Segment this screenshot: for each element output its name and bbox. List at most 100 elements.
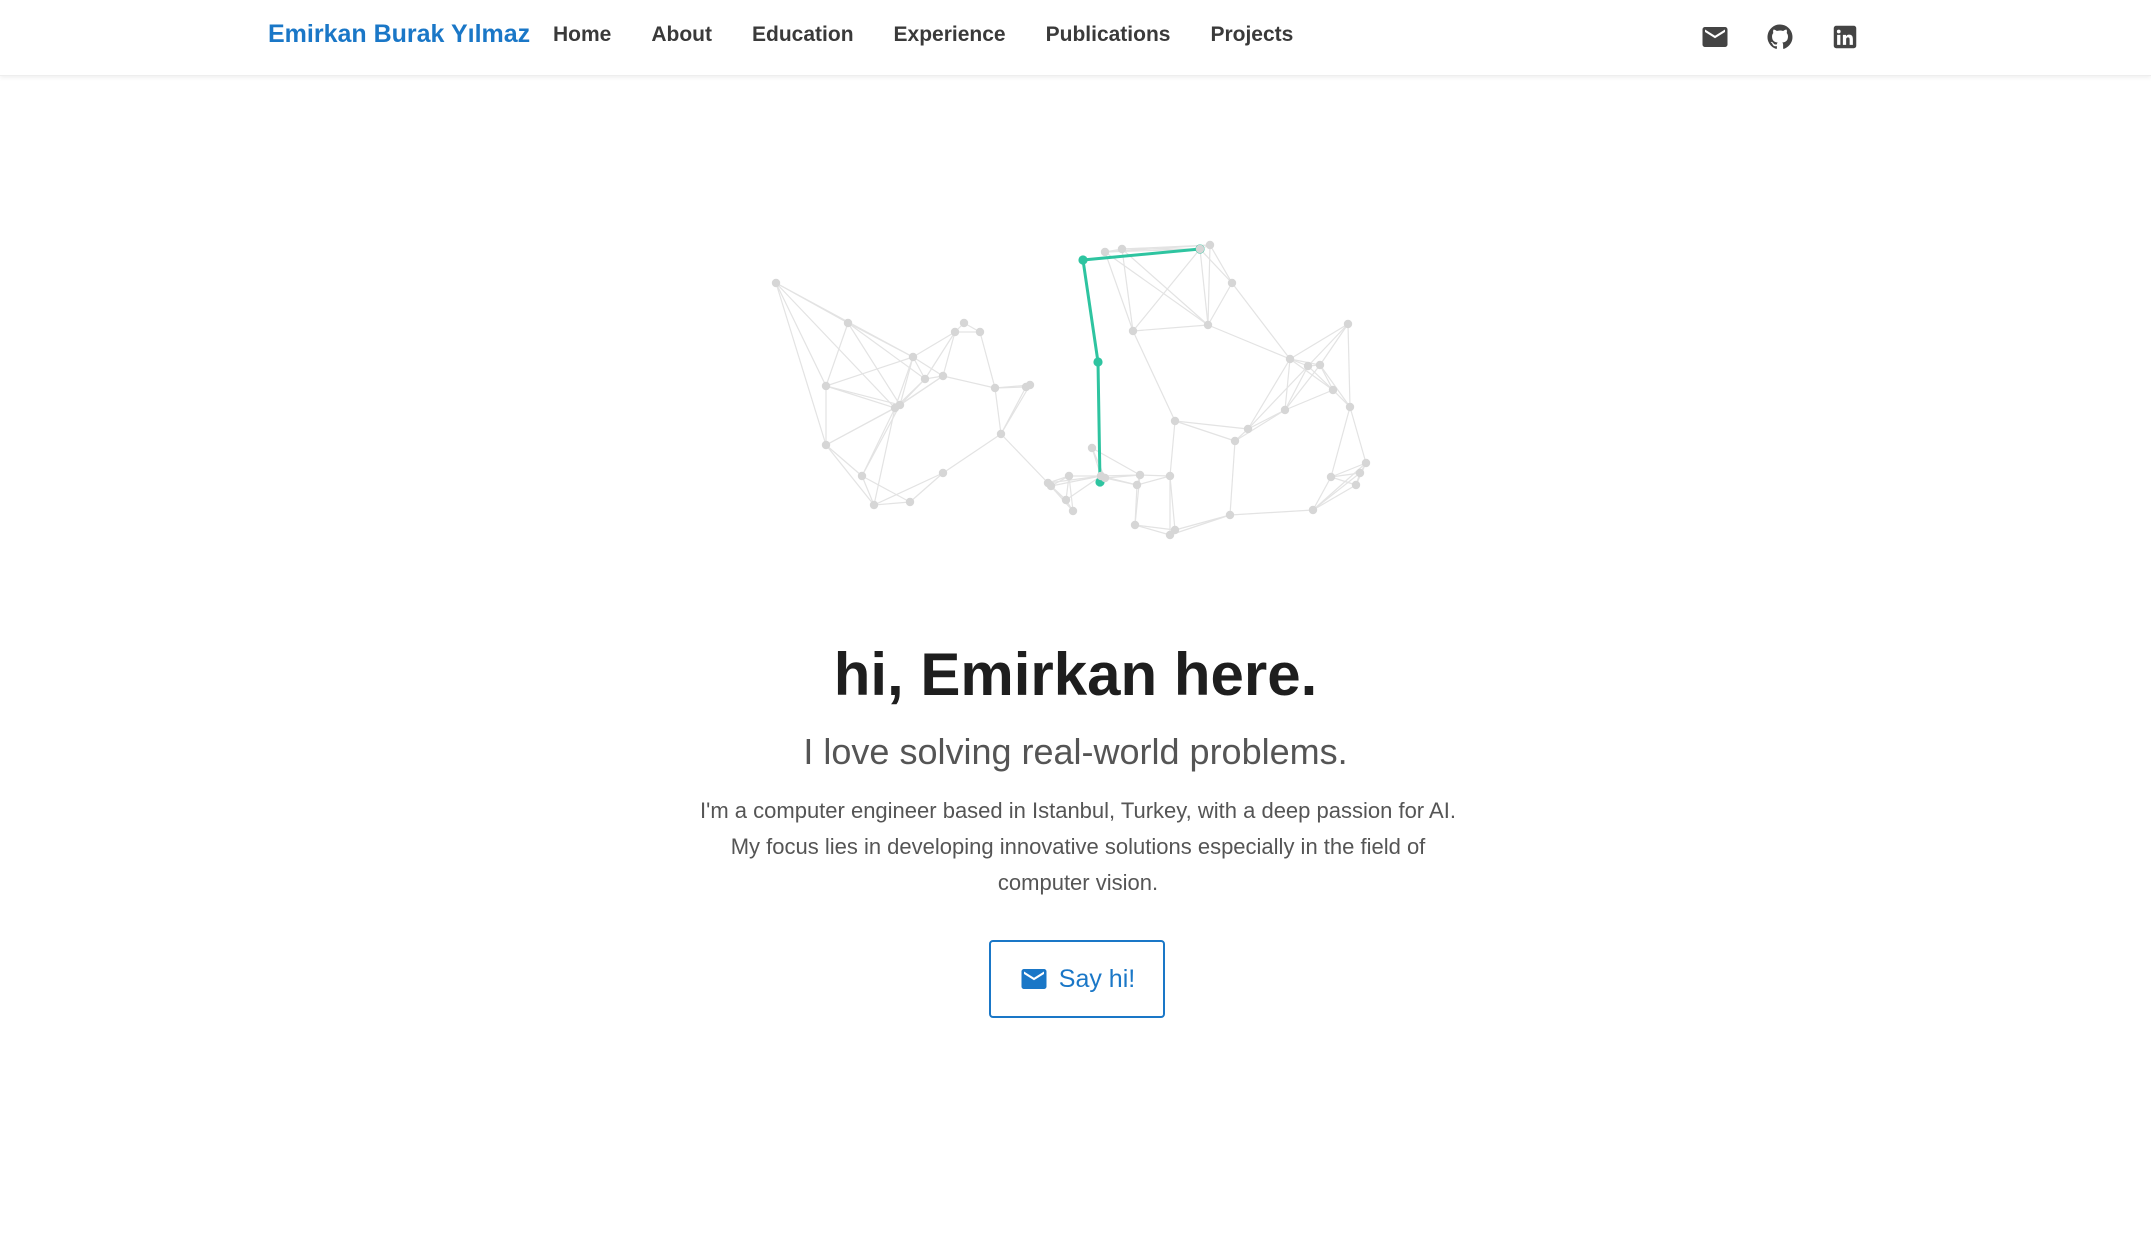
network-node-28 xyxy=(1128,326,1138,336)
network-edge-47 xyxy=(1000,433,1049,484)
email-icon xyxy=(1021,969,1047,989)
network-edge-141 xyxy=(1229,509,1314,516)
network-edge-3 xyxy=(775,282,827,446)
linkedin-link[interactable] xyxy=(1830,22,1860,52)
network-node-29 xyxy=(1132,480,1142,490)
network-node-15 xyxy=(996,429,1006,439)
network-node-22 xyxy=(1087,443,1097,453)
network-node-44 xyxy=(1326,472,1336,482)
network-node-55 xyxy=(1130,520,1140,530)
network-node-37 xyxy=(1230,436,1240,446)
network-edge-82 xyxy=(1132,324,1209,332)
network-node-16 xyxy=(990,383,1000,393)
network-edge-46 xyxy=(1000,384,1031,435)
network-node-7 xyxy=(895,400,905,410)
network-edge-104 xyxy=(1234,409,1286,442)
network-edge-44 xyxy=(994,387,1002,435)
network-node-1 xyxy=(821,381,831,391)
network-edge-37 xyxy=(942,375,996,389)
nav-link-education[interactable]: Education xyxy=(752,23,854,47)
network-edge-38 xyxy=(909,472,944,503)
nav-link-about[interactable]: About xyxy=(651,23,712,47)
network-node-27 xyxy=(1117,244,1127,254)
network-node-21 xyxy=(1064,471,1074,481)
network-edge-14 xyxy=(825,444,875,506)
hero-description: I'm a computer engineer based in Istanbu… xyxy=(700,798,1456,895)
github-icon xyxy=(1767,24,1793,49)
network-edge-17 xyxy=(861,475,875,506)
hero-subtitle: I love solving real-world problems. xyxy=(803,731,1348,772)
navbar: Emirkan Burak Yılmaz Home About Educatio… xyxy=(0,0,2151,76)
network-edge-130 xyxy=(1349,406,1367,464)
network-node-42 xyxy=(1315,360,1325,370)
email-link[interactable] xyxy=(1700,22,1730,52)
nav-links: Home About Education Experience Publicat… xyxy=(553,23,1333,47)
nav-link-projects[interactable]: Projects xyxy=(1210,23,1293,47)
github-link[interactable] xyxy=(1765,22,1795,52)
network-node-43 xyxy=(1328,385,1338,395)
linkedin-icon xyxy=(1833,25,1857,49)
network-node-8 xyxy=(908,352,918,362)
network-edge-105 xyxy=(1229,440,1236,516)
network-edge-43 xyxy=(979,331,996,389)
network-node-13 xyxy=(950,327,960,337)
network-edge-39 xyxy=(942,433,1002,474)
network-node-40 xyxy=(1285,354,1295,364)
network-node-45 xyxy=(1343,319,1353,329)
brand-link[interactable]: Emirkan Burak Yılmaz xyxy=(268,20,530,49)
email-icon xyxy=(1702,27,1728,47)
network-node-32 xyxy=(1170,416,1180,426)
network-edge-8 xyxy=(825,385,901,406)
network-edge-140 xyxy=(1169,514,1231,536)
network-node-23 xyxy=(1061,495,1071,505)
say-hi-button[interactable]: Say hi! xyxy=(989,940,1165,1018)
network-node-46 xyxy=(1345,402,1355,412)
network-node-31 xyxy=(1165,471,1175,481)
network-edge-84 xyxy=(1132,248,1201,332)
nav-link-home[interactable]: Home xyxy=(553,23,611,47)
network-node-38 xyxy=(1243,424,1253,434)
network-node-41 xyxy=(1303,361,1313,371)
network-edge-13 xyxy=(825,444,863,477)
network-edge-35 xyxy=(924,331,956,380)
network-node-51 xyxy=(1225,510,1235,520)
network-node-48 xyxy=(1351,480,1361,490)
network-edge-128 xyxy=(1330,406,1351,478)
network-edge-100 xyxy=(1199,248,1209,326)
network-edge-81 xyxy=(1121,248,1209,326)
network-highlight-node-1 xyxy=(1078,255,1088,265)
network-node-3 xyxy=(821,440,831,450)
network-node-12 xyxy=(959,318,969,328)
network-highlight-path xyxy=(1078,244,1205,487)
network-node-11 xyxy=(938,468,948,478)
network-edge-138 xyxy=(1134,524,1176,531)
network-node-14 xyxy=(975,327,985,337)
network-edge-74 xyxy=(1104,251,1134,332)
network-edges xyxy=(775,244,1367,536)
network-edge-79 xyxy=(1121,248,1134,332)
nav-link-experience[interactable]: Experience xyxy=(894,23,1006,47)
network-node-54 xyxy=(905,497,915,507)
network-node-49 xyxy=(1361,458,1371,468)
network-node-20 xyxy=(1046,481,1056,491)
network-edge-142 xyxy=(1134,524,1171,536)
network-node-2 xyxy=(843,318,853,328)
say-hi-label: Say hi! xyxy=(1058,964,1136,993)
network-edge-23 xyxy=(873,407,896,506)
network-edge-121 xyxy=(1319,323,1349,366)
network-node-5 xyxy=(869,500,879,510)
network-edge-108 xyxy=(1247,365,1309,430)
network-edge-129 xyxy=(1347,323,1351,408)
network-illustration xyxy=(771,240,1371,540)
network-edge-77 xyxy=(1104,251,1209,326)
network-node-10 xyxy=(938,371,948,381)
network-node-35 xyxy=(1205,240,1215,250)
nav-link-publications[interactable]: Publications xyxy=(1046,23,1171,47)
network-edge-96 xyxy=(1199,248,1233,284)
network-node-52 xyxy=(1308,505,1318,515)
hero-title: hi, Emirkan here. xyxy=(833,641,1318,708)
network-node-25 xyxy=(1100,473,1110,483)
network-node-47 xyxy=(1355,468,1365,478)
network-node-34 xyxy=(1195,244,1205,254)
network-edge-1 xyxy=(775,282,827,387)
